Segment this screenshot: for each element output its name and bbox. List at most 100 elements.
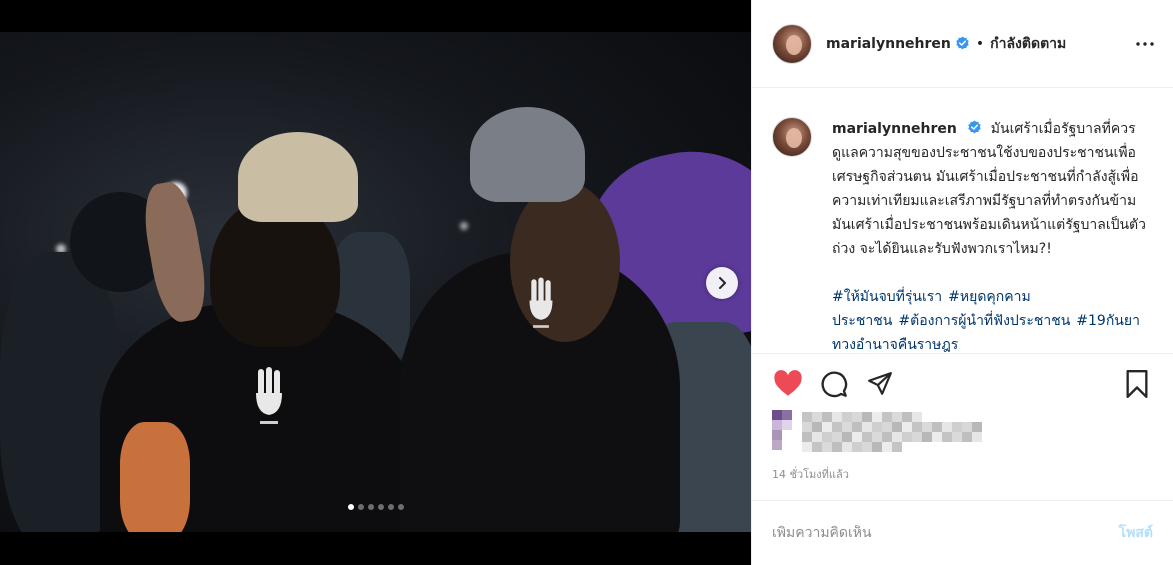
heart-filled-icon: [774, 370, 802, 396]
avatar[interactable]: [772, 23, 812, 64]
post-photo-area: [0, 0, 751, 565]
censor-pixel: [942, 432, 952, 442]
censor-pixel: [862, 432, 872, 442]
raised-hand: [138, 178, 212, 326]
hashtag-link[interactable]: #ต้องการผู้นำที่ฟังประชาชน: [898, 313, 1070, 329]
censor-pixel: [872, 412, 882, 422]
censor-pixel: [852, 422, 862, 432]
comment-bubble-icon: [821, 371, 848, 397]
post-side-panel: marialynnehren • กำลังติดตาม marialynneh…: [751, 0, 1173, 565]
censor-pixel: [832, 412, 842, 422]
like-button[interactable]: [772, 368, 804, 400]
censor-pixel: [842, 432, 852, 442]
orange-bag: [120, 422, 190, 532]
header-separator: •: [975, 35, 985, 52]
caption-username[interactable]: marialynnehren: [832, 121, 957, 137]
post-header: marialynnehren • กำลังติดตาม: [752, 0, 1173, 88]
censor-pixel: [772, 410, 782, 420]
censor-pixel: [802, 422, 812, 432]
censor-pixel: [782, 420, 792, 430]
censor-pixel: [902, 432, 912, 442]
censor-pixel: [932, 422, 942, 432]
post-image[interactable]: [0, 32, 751, 532]
username-link[interactable]: marialynnehren: [826, 36, 951, 52]
three-finger-salute-print: [256, 367, 282, 424]
carousel-indicators: [0, 504, 751, 510]
save-button[interactable]: [1121, 368, 1153, 400]
censor-pixel: [812, 432, 822, 442]
share-button[interactable]: [864, 368, 896, 400]
carousel-dot: [377, 504, 384, 510]
censor-pixel: [812, 412, 822, 422]
caption-body: มันเศร้าเมื่อรัฐบาลที่ควรดูแลความสุขของป…: [832, 121, 1147, 257]
censor-pixel: [832, 442, 842, 452]
carousel-dot: [347, 504, 354, 510]
censor-pixel: [952, 432, 962, 442]
censor-pixel: [922, 432, 932, 442]
post-timestamp: 14 ชั่วโมงที่แล้ว: [772, 468, 849, 481]
carousel-next-button[interactable]: [706, 267, 738, 299]
more-dots-icon: [1136, 41, 1154, 46]
censor-pixel: [882, 422, 892, 432]
censor-pixel: [822, 442, 832, 452]
comment-input[interactable]: [772, 525, 1119, 541]
censor-pixel: [832, 422, 842, 432]
censor-pixel: [892, 442, 902, 452]
paper-plane-icon: [868, 371, 892, 395]
censor-pixel: [852, 432, 862, 442]
censor-pixel: [902, 422, 912, 432]
censor-pixel: [772, 430, 782, 440]
censor-pixel: [812, 422, 822, 432]
comment-button[interactable]: [818, 368, 850, 400]
action-bar: [752, 353, 1173, 413]
censor-pixel: [912, 412, 922, 422]
carousel-dot: [357, 504, 364, 510]
censor-pixel: [942, 422, 952, 432]
hashtag-link[interactable]: #ให้มันจบที่รุ่นเรา: [832, 289, 942, 305]
censor-pixel: [802, 442, 812, 452]
chevron-right-icon: [719, 277, 726, 289]
censor-pixel: [802, 432, 812, 442]
following-button[interactable]: กำลังติดตาม: [990, 33, 1066, 55]
comment-composer: โพสต์: [752, 500, 1173, 565]
censor-pixel: [972, 432, 982, 442]
verified-badge-icon: [968, 120, 982, 134]
censor-pixel: [822, 412, 832, 422]
three-finger-salute-print: [529, 277, 553, 328]
censor-pixel: [842, 412, 852, 422]
caption-avatar[interactable]: [772, 117, 812, 157]
verified-badge-icon: [956, 36, 969, 50]
censor-pixel: [812, 442, 822, 452]
carousel-dot: [367, 504, 374, 510]
censor-pixel: [962, 432, 972, 442]
censor-pixel: [832, 432, 842, 442]
censor-pixel: [912, 422, 922, 432]
caption-text: marialynnehren มันเศร้าเมื่อรัฐบาลที่ควร…: [832, 117, 1147, 261]
censor-pixel: [892, 412, 902, 422]
stadium-light: [460, 222, 468, 230]
censor-pixel: [852, 442, 862, 452]
post-comment-button[interactable]: โพสต์: [1119, 522, 1153, 544]
censor-pixel: [842, 422, 852, 432]
censor-pixel: [932, 432, 942, 442]
caption-section: marialynnehren มันเศร้าเมื่อรัฐบาลที่ควร…: [752, 89, 1173, 353]
censor-pixel: [822, 422, 832, 432]
censor-pixel: [852, 412, 862, 422]
carousel-dot: [387, 504, 394, 510]
beige-cap: [238, 132, 358, 222]
censor-pixel: [892, 422, 902, 432]
censor-pixel: [862, 442, 872, 452]
censor-pixel: [872, 432, 882, 442]
censor-pixel: [972, 422, 982, 432]
censor-pixel: [862, 422, 872, 432]
censor-pixel: [872, 442, 882, 452]
censor-pixel: [772, 440, 782, 450]
likes-redacted: [772, 410, 1092, 460]
censor-pixel: [902, 412, 912, 422]
bookmark-icon: [1126, 369, 1148, 398]
censor-pixel: [892, 432, 902, 442]
censor-pixel: [882, 412, 892, 422]
censor-pixel: [922, 422, 932, 432]
caption: marialynnehren มันเศร้าเมื่อรัฐบาลที่ควร…: [772, 117, 1153, 353]
more-options-button[interactable]: [1133, 32, 1157, 56]
